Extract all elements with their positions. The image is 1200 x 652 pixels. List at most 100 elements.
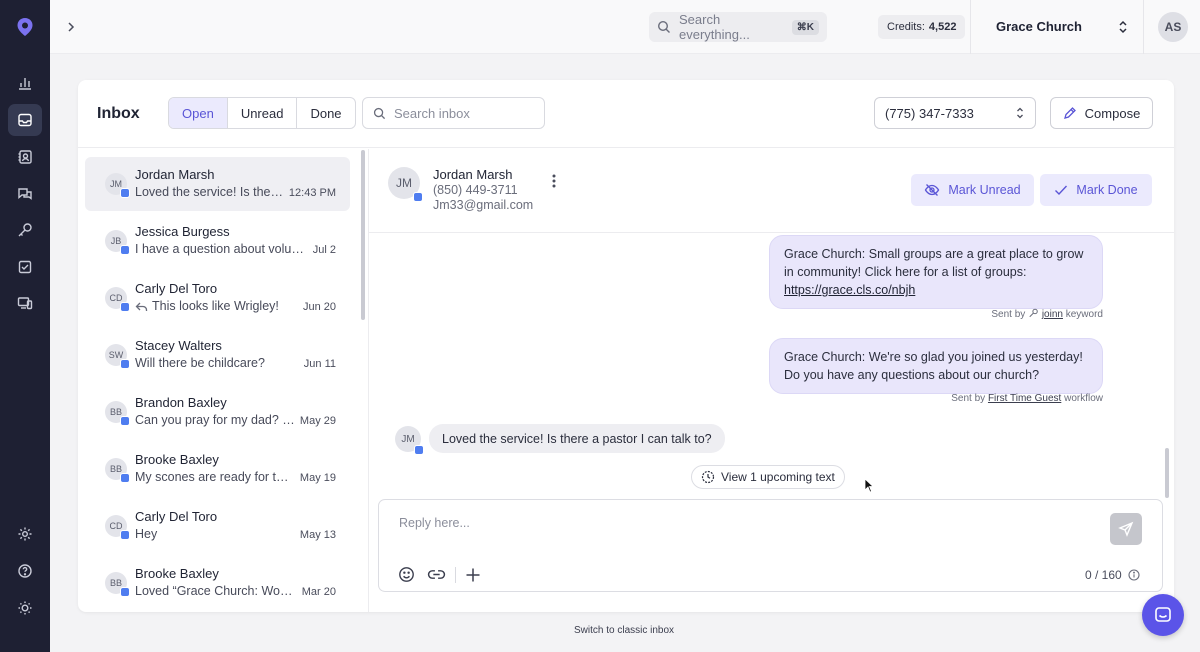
mark-done-label: Mark Done bbox=[1076, 183, 1138, 197]
list-item[interactable]: SW Stacey Walters Will there be childcar… bbox=[85, 328, 350, 382]
sms-badge-icon bbox=[120, 416, 130, 426]
message-link[interactable]: https://grace.cls.co/nbjh bbox=[784, 283, 915, 297]
eye-off-icon bbox=[925, 184, 940, 196]
reply-arrow-icon bbox=[135, 302, 148, 311]
conversation-name: Brandon Baxley bbox=[135, 395, 227, 410]
tab-open[interactable]: Open bbox=[169, 98, 227, 128]
conversation-name: Brooke Baxley bbox=[135, 566, 219, 581]
clock-icon bbox=[701, 470, 715, 484]
list-item[interactable]: JM Jordan Marsh Loved the service! Is th… bbox=[85, 157, 350, 211]
outgoing-message: Grace Church: We're so glad you joined u… bbox=[769, 338, 1103, 394]
list-scrollbar[interactable] bbox=[361, 150, 365, 320]
search-icon bbox=[657, 20, 670, 33]
view-upcoming-button[interactable]: View 1 upcoming text bbox=[691, 465, 845, 489]
message-text: Grace Church: We're so glad you joined u… bbox=[784, 350, 1083, 382]
conversation-preview: I have a question about volunteering bbox=[135, 242, 307, 256]
contact-email: Jm33@gmail.com bbox=[433, 198, 534, 212]
compose-button[interactable]: Compose bbox=[1050, 97, 1153, 129]
mark-unread-label: Mark Unread bbox=[948, 183, 1021, 197]
emoji-icon[interactable] bbox=[398, 566, 415, 583]
thread-header: JM Jordan Marsh (850) 449-3711 Jm33@gmai… bbox=[369, 149, 1174, 233]
list-item[interactable]: BB Brooke Baxley My scones are ready for… bbox=[85, 442, 350, 496]
help-chat-button[interactable] bbox=[1142, 594, 1184, 636]
top-header: Search everything... ⌘K Credits: 4,522 G… bbox=[50, 0, 1200, 54]
avatar: SW bbox=[105, 344, 130, 369]
app-logo-icon[interactable] bbox=[13, 15, 37, 39]
outgoing-message: Grace Church: Small groups are a great p… bbox=[769, 235, 1103, 309]
conversation-preview: Hey bbox=[135, 527, 158, 541]
tab-unread[interactable]: Unread bbox=[226, 98, 297, 128]
avatar: BB bbox=[105, 572, 130, 597]
chevron-right-icon[interactable] bbox=[62, 18, 80, 36]
filter-tabs: Open Unread Done bbox=[168, 97, 356, 129]
sms-badge-icon bbox=[414, 445, 424, 455]
analytics-icon[interactable] bbox=[8, 67, 42, 99]
chevron-up-down-icon[interactable] bbox=[1117, 18, 1129, 36]
header-divider bbox=[1143, 0, 1144, 54]
send-button[interactable] bbox=[1110, 513, 1142, 545]
conversation-preview: Loved the service! Is there a pastor I c… bbox=[135, 185, 285, 199]
sms-badge-icon bbox=[120, 188, 130, 198]
switch-classic-link[interactable]: Switch to classic inbox bbox=[574, 625, 674, 636]
avatar: BB bbox=[105, 458, 130, 483]
left-nav-rail bbox=[0, 0, 50, 652]
devices-icon[interactable] bbox=[8, 287, 42, 319]
workflow-link[interactable]: First Time Guest bbox=[988, 393, 1061, 404]
reply-box[interactable]: Reply here... 0 / 160 bbox=[378, 499, 1163, 592]
list-item[interactable]: BB Brooke Baxley Loved “Grace Church: Wo… bbox=[85, 556, 350, 610]
inbox-search-input[interactable]: Search inbox bbox=[362, 97, 545, 129]
phone-number-value: (775) 347-7333 bbox=[885, 105, 974, 121]
reply-input[interactable]: Reply here... bbox=[399, 516, 470, 530]
reply-toolbar bbox=[398, 566, 481, 583]
conversation-name: Brooke Baxley bbox=[135, 452, 219, 467]
help-icon[interactable] bbox=[8, 555, 42, 587]
message-text: Grace Church: Small groups are a great p… bbox=[784, 247, 1084, 279]
list-item[interactable]: JB Jessica Burgess I have a question abo… bbox=[85, 214, 350, 268]
mouse-cursor-icon bbox=[864, 478, 875, 493]
tasks-icon[interactable] bbox=[8, 251, 42, 283]
thread-scrollbar[interactable] bbox=[1165, 448, 1169, 498]
mark-unread-button[interactable]: Mark Unread bbox=[911, 174, 1034, 206]
mark-done-button[interactable]: Mark Done bbox=[1040, 174, 1152, 206]
more-options-icon[interactable] bbox=[549, 172, 559, 190]
contacts-icon[interactable] bbox=[8, 141, 42, 173]
check-icon bbox=[1055, 185, 1068, 196]
conversation-name: Jordan Marsh bbox=[135, 167, 215, 182]
list-item[interactable]: CD Carly Del Toro Hey May 13 bbox=[85, 499, 350, 553]
list-item[interactable]: CD Carly Del Toro This looks like Wrigle… bbox=[85, 271, 350, 325]
chevron-up-down-icon bbox=[1017, 107, 1023, 119]
keyword-icon[interactable] bbox=[8, 214, 42, 246]
global-search-placeholder: Search everything... bbox=[679, 12, 750, 42]
sms-badge-icon bbox=[120, 245, 130, 255]
avatar: JM bbox=[395, 426, 424, 455]
user-avatar[interactable]: AS bbox=[1158, 12, 1188, 42]
send-icon bbox=[1118, 521, 1134, 537]
theme-icon[interactable] bbox=[8, 592, 42, 624]
conversation-date: Jun 11 bbox=[303, 358, 336, 370]
settings-icon[interactable] bbox=[8, 518, 42, 550]
page-title: Inbox bbox=[97, 105, 140, 122]
conversation-date: Jun 20 bbox=[302, 301, 336, 313]
avatar: BB bbox=[105, 401, 130, 426]
contact-avatar: JM bbox=[388, 167, 423, 202]
conversation-date: May 19 bbox=[299, 472, 336, 484]
avatar: JB bbox=[105, 230, 130, 255]
conversation-date: May 13 bbox=[299, 529, 336, 541]
global-search[interactable]: Search everything... ⌘K bbox=[649, 12, 827, 42]
keyword-icon bbox=[1029, 308, 1038, 318]
avatar: CD bbox=[105, 515, 130, 540]
conversation-preview: My scones are ready for the bake sale bbox=[135, 470, 295, 484]
info-icon[interactable] bbox=[1128, 569, 1140, 581]
keyword-link[interactable]: joinn bbox=[1042, 309, 1063, 320]
tab-done[interactable]: Done bbox=[296, 98, 354, 128]
link-icon[interactable] bbox=[427, 566, 446, 583]
conversation-date: 12:43 PM bbox=[288, 187, 336, 199]
list-item[interactable]: BB Brandon Baxley Can you pray for my da… bbox=[85, 385, 350, 439]
inbox-icon[interactable] bbox=[8, 104, 42, 136]
org-switcher-label[interactable]: Grace Church bbox=[996, 19, 1082, 34]
conversation-name: Jessica Burgess bbox=[135, 224, 230, 239]
chat-icon[interactable] bbox=[8, 178, 42, 210]
phone-number-select[interactable]: (775) 347-7333 bbox=[874, 97, 1036, 129]
plus-icon[interactable] bbox=[465, 567, 481, 583]
sms-badge-icon bbox=[120, 473, 130, 483]
